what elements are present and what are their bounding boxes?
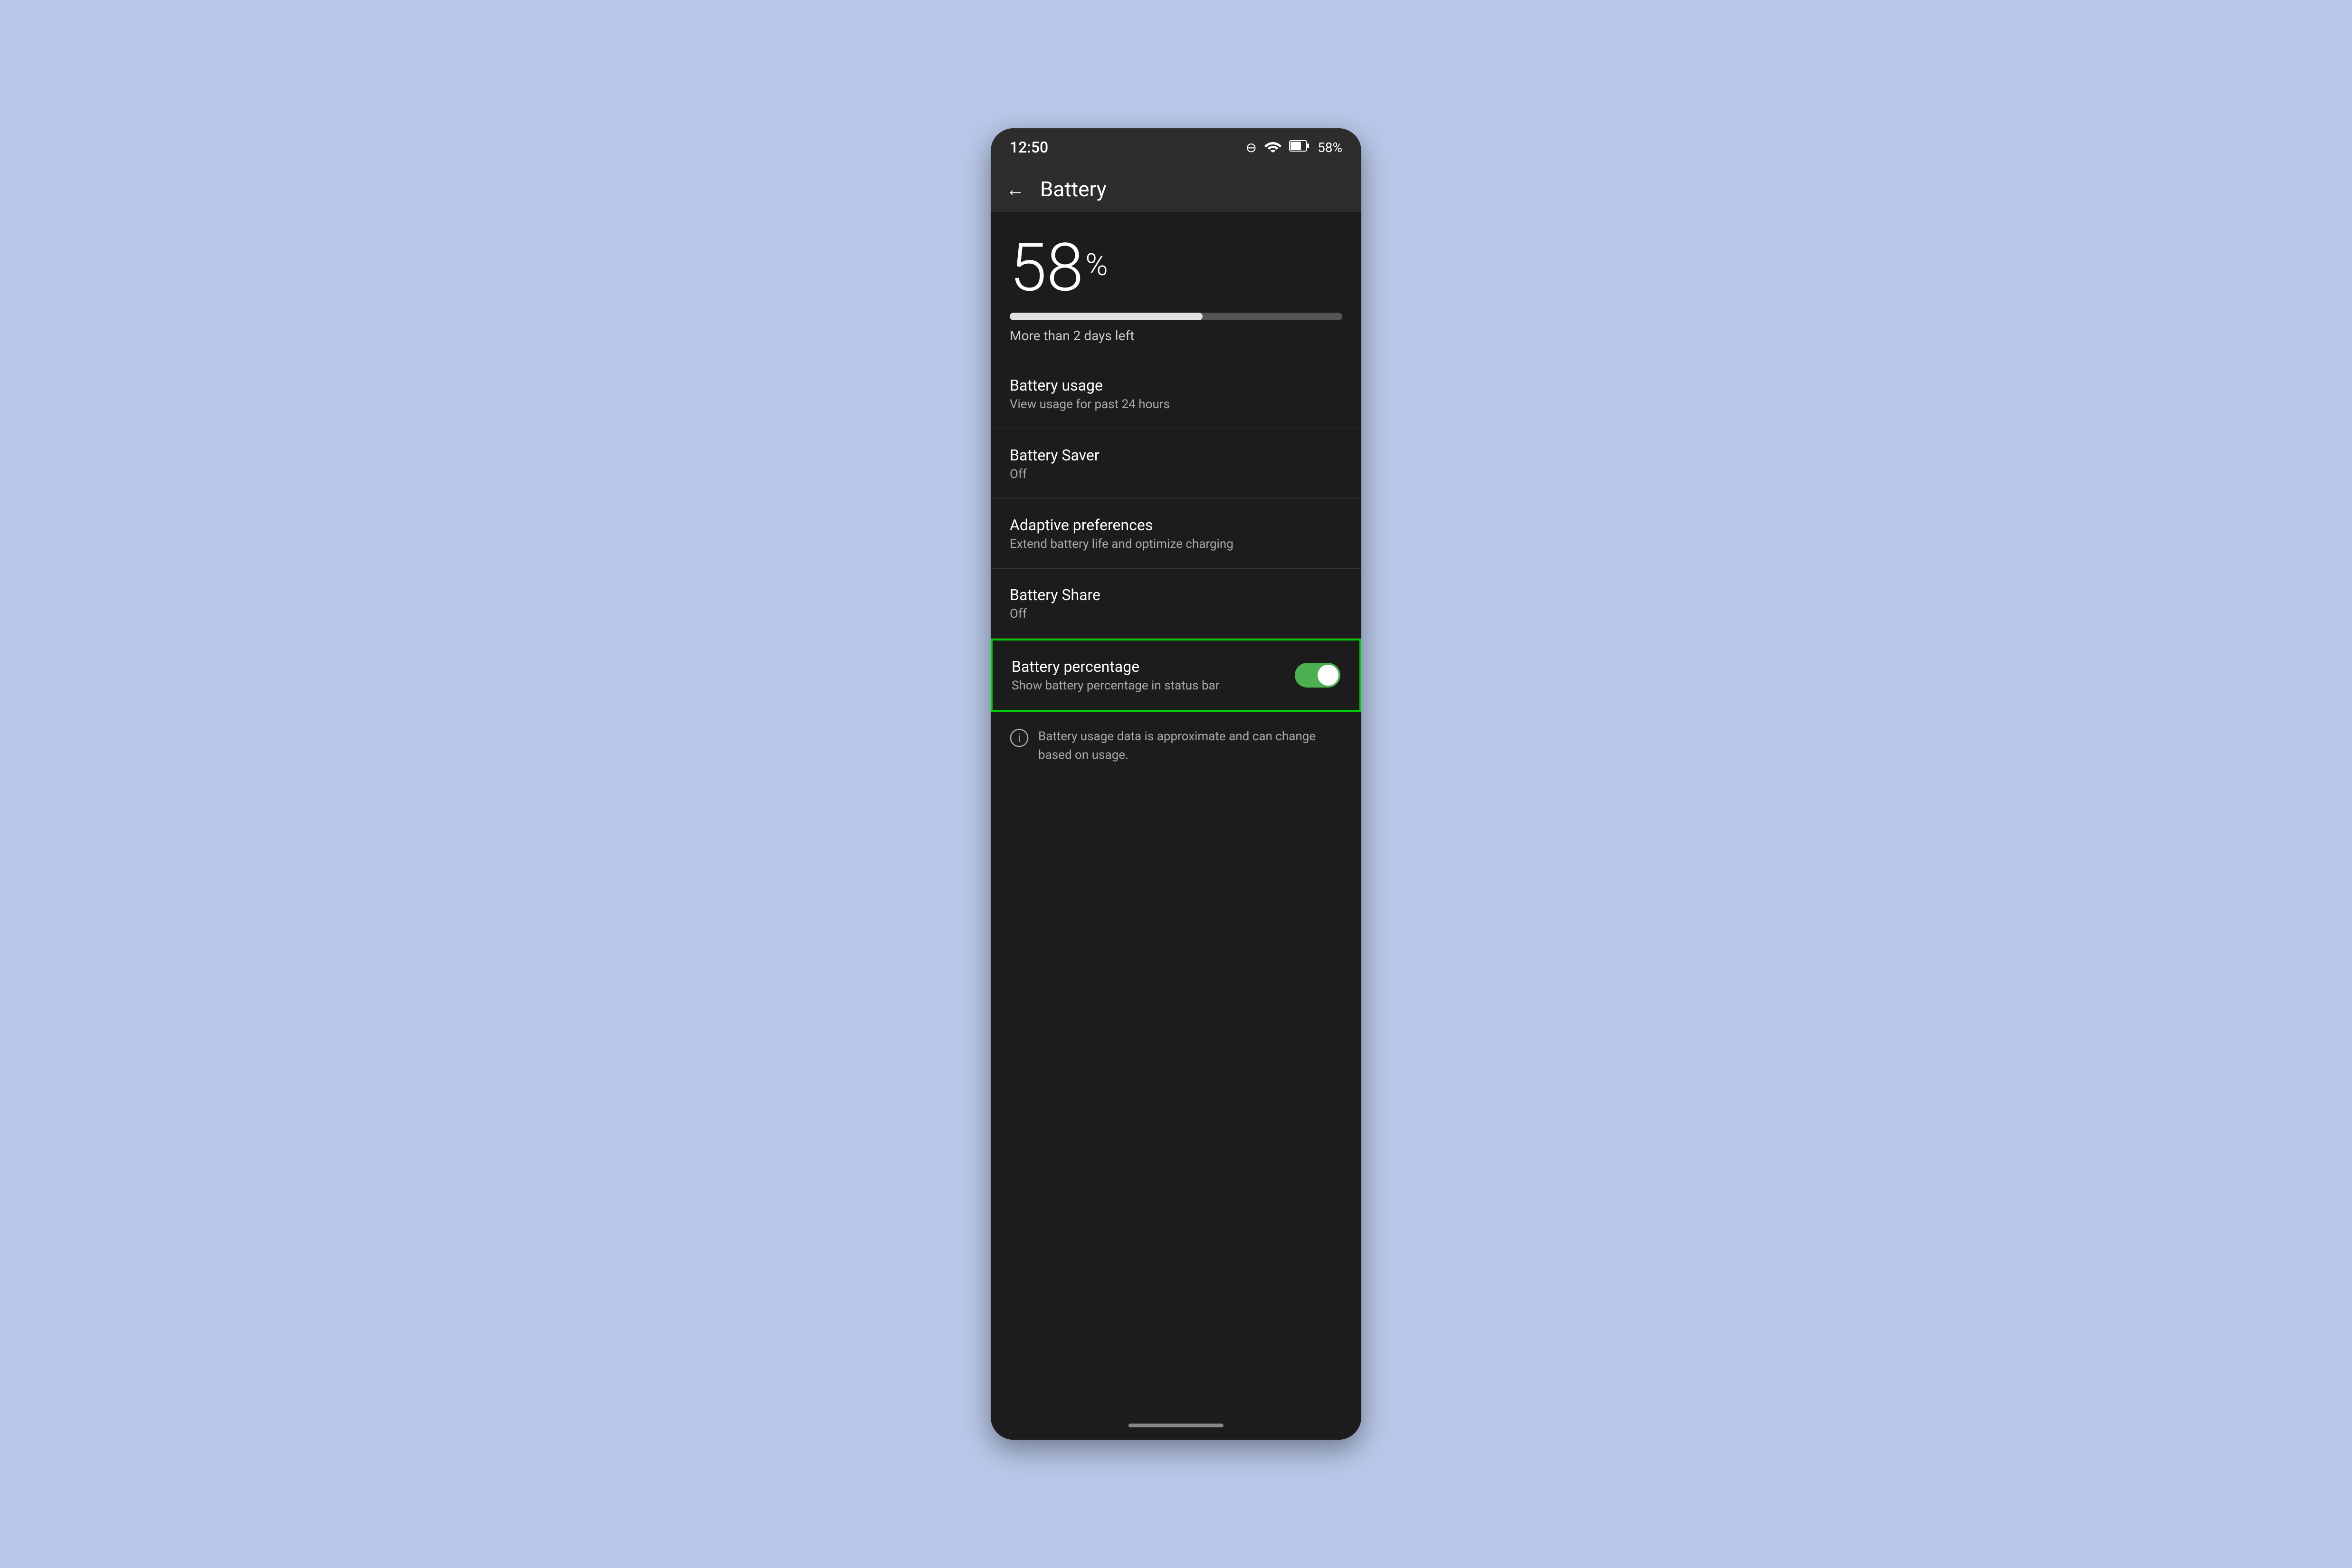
- battery-progress-bar: [1010, 313, 1342, 320]
- battery-big-number: 58 %: [1010, 235, 1342, 301]
- battery-saver-value: Off: [1010, 467, 1342, 481]
- battery-percentage-item[interactable]: Battery percentage Show battery percenta…: [991, 639, 1361, 712]
- wifi-icon: [1264, 139, 1281, 156]
- info-section: i Battery usage data is approximate and …: [991, 712, 1361, 780]
- battery-usage-title: Battery usage: [1010, 376, 1342, 394]
- battery-share-item[interactable]: Battery Share Off: [991, 569, 1361, 638]
- battery-percent-status: 58%: [1318, 140, 1342, 155]
- battery-saver-text: Battery Saver Off: [1010, 446, 1342, 481]
- adaptive-preferences-item[interactable]: Adaptive preferences Extend battery life…: [991, 499, 1361, 568]
- info-text: Battery usage data is approximate and ca…: [1038, 727, 1342, 765]
- battery-percentage-large: 58: [1010, 235, 1083, 301]
- battery-progress-container: [1010, 313, 1342, 320]
- battery-status-icon: [1289, 139, 1310, 156]
- adaptive-preferences-text: Adaptive preferences Extend battery life…: [1010, 516, 1342, 551]
- home-bar: [1128, 1424, 1224, 1427]
- battery-saver-item[interactable]: Battery Saver Off: [991, 429, 1361, 498]
- adaptive-preferences-title: Adaptive preferences: [1010, 516, 1342, 534]
- battery-percentage-toggle[interactable]: [1295, 663, 1340, 688]
- battery-saver-title: Battery Saver: [1010, 446, 1342, 464]
- battery-percentage-text: Battery percentage Show battery percenta…: [1012, 658, 1295, 693]
- top-app-bar: ← Battery: [991, 166, 1361, 212]
- status-icons: ⊖ 58%: [1246, 139, 1342, 156]
- page-title: Battery: [1040, 177, 1107, 201]
- content-area: 58 % More than 2 days left Battery usage…: [991, 212, 1361, 1411]
- battery-percentage-title: Battery percentage: [1012, 658, 1295, 676]
- battery-share-value: Off: [1010, 607, 1342, 621]
- battery-usage-subtitle: View usage for past 24 hours: [1010, 397, 1342, 411]
- battery-share-text: Battery Share Off: [1010, 586, 1342, 621]
- percent-sign: %: [1085, 250, 1108, 280]
- battery-share-title: Battery Share: [1010, 586, 1342, 604]
- back-button[interactable]: ←: [1006, 178, 1025, 201]
- svg-text:i: i: [1018, 732, 1020, 745]
- info-icon: i: [1010, 728, 1029, 752]
- status-time: 12:50: [1010, 138, 1048, 156]
- dnd-icon: ⊖: [1246, 140, 1257, 155]
- battery-days-left: More than 2 days left: [1010, 328, 1342, 344]
- battery-usage-item[interactable]: Battery usage View usage for past 24 hou…: [991, 359, 1361, 429]
- battery-progress-fill: [1010, 313, 1203, 320]
- battery-usage-text: Battery usage View usage for past 24 hou…: [1010, 376, 1342, 411]
- status-bar: 12:50 ⊖ 58%: [991, 128, 1361, 166]
- phone-frame: 12:50 ⊖ 58% ← Battery: [991, 128, 1361, 1440]
- adaptive-preferences-subtitle: Extend battery life and optimize chargin…: [1010, 537, 1342, 551]
- home-indicator: [991, 1411, 1361, 1440]
- toggle-knob: [1318, 665, 1339, 686]
- battery-percentage-subtitle: Show battery percentage in status bar: [1012, 679, 1295, 693]
- battery-header-section: 58 % More than 2 days left: [991, 212, 1361, 359]
